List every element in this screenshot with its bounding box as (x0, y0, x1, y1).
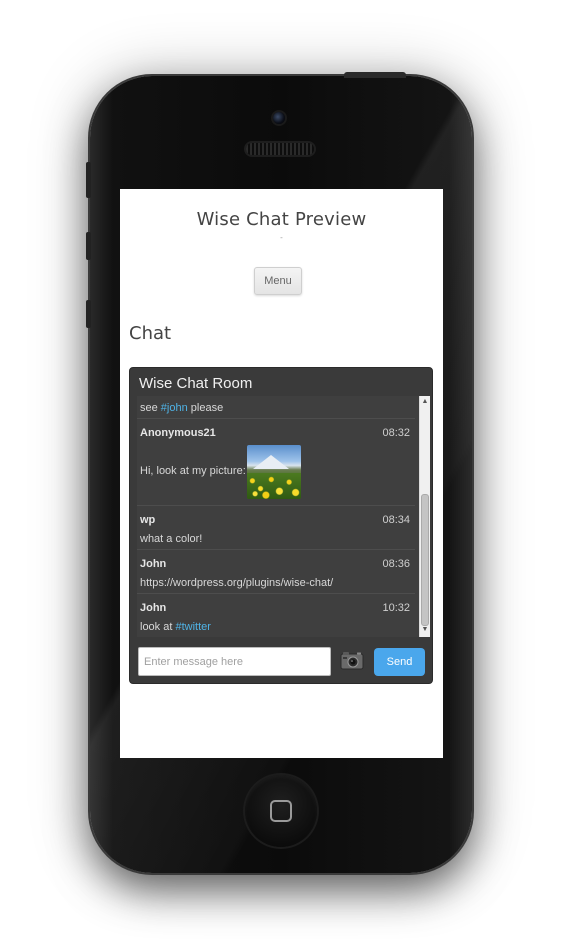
scroll-down-arrow-icon[interactable]: ▼ (420, 625, 430, 635)
message-list[interactable]: see #john please Anonymous21 08:32 Hi, l… (137, 396, 419, 637)
message-image[interactable] (247, 445, 301, 499)
screen: Wise Chat Preview - Menu Chat Wise Chat … (120, 189, 443, 758)
mute-switch (86, 162, 91, 198)
send-button[interactable]: Send (374, 648, 425, 676)
site-title[interactable]: Wise Chat Preview (120, 209, 443, 230)
power-button (344, 72, 406, 78)
page-heading: Chat (129, 323, 172, 344)
message-item: John 10:32 look at #twitter (137, 594, 415, 637)
message-time: 08:36 (382, 558, 410, 570)
camera-icon[interactable] (340, 651, 364, 670)
message-author: John (140, 602, 167, 614)
chat-widget: Wise Chat Room see #john please Anonymou… (129, 367, 433, 684)
home-button[interactable] (245, 775, 317, 847)
message-text-prefix: see (140, 402, 161, 414)
message-item: see #john please (137, 396, 415, 419)
message-time: 10:32 (382, 602, 410, 614)
message-item: wp 08:34 what a color! (137, 506, 415, 550)
image-mountain (253, 455, 289, 469)
message-text: look at #twitter (140, 621, 211, 633)
hashtag-link[interactable]: #twitter (175, 621, 210, 633)
scroll-up-arrow-icon[interactable]: ▲ (420, 397, 430, 407)
front-camera (273, 112, 285, 124)
hashtag-link[interactable]: #john (161, 402, 188, 414)
message-time: 08:34 (382, 514, 410, 526)
message-scrollbar[interactable]: ▲ ▼ (419, 396, 430, 637)
message-text: Hi, look at my picture: (140, 465, 246, 477)
message-author: wp (140, 514, 156, 526)
message-text: see #john please (140, 402, 223, 414)
home-square-icon (270, 800, 292, 822)
menu-button[interactable]: Menu (254, 267, 302, 295)
scroll-thumb[interactable] (421, 494, 429, 626)
volume-up-button (86, 232, 91, 260)
volume-down-button (86, 300, 91, 328)
message-text: what a color! (140, 533, 203, 545)
url-link[interactable]: https://wordpress.org/plugins/wise-chat/ (140, 577, 333, 589)
message-author: John (140, 558, 167, 570)
chat-room-title: Wise Chat Room (139, 375, 253, 392)
image-flowers (247, 473, 301, 499)
message-text-prefix: look at (140, 621, 176, 633)
message-author: Anonymous21 (140, 427, 216, 439)
message-time: 08:32 (382, 427, 410, 439)
message-item: John 08:36 https://wordpress.org/plugins… (137, 550, 415, 594)
message-input[interactable] (138, 647, 331, 676)
site-tagline: - (280, 233, 283, 242)
message-item: Anonymous21 08:32 Hi, look at my picture… (137, 419, 415, 506)
earpiece-speaker (246, 143, 314, 155)
message-text-suffix: please (187, 402, 224, 414)
